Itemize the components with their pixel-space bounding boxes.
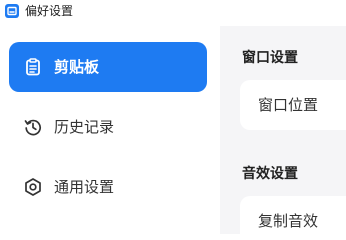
sidebar-item-clipboard[interactable]: 剪贴板 bbox=[9, 42, 207, 92]
setting-row-window-position[interactable]: 窗口位置 bbox=[240, 80, 346, 130]
history-icon bbox=[23, 117, 43, 137]
sidebar-item-history[interactable]: 历史记录 bbox=[9, 102, 207, 152]
setting-row-label: 窗口位置 bbox=[258, 96, 319, 114]
settings-content: 窗口设置 窗口位置 音效设置 复制音效 bbox=[220, 26, 346, 234]
setting-row-copy-sound[interactable]: 复制音效 bbox=[240, 196, 346, 234]
window-title: 偏好设置 bbox=[25, 4, 74, 18]
sidebar-item-general-settings[interactable]: 通用设置 bbox=[9, 162, 207, 212]
settings-hexagon-icon bbox=[23, 177, 43, 197]
sidebar-item-label: 历史记录 bbox=[54, 118, 115, 136]
section-title-window: 窗口设置 bbox=[242, 50, 298, 66]
section-title-sound: 音效设置 bbox=[242, 166, 298, 182]
sidebar-item-label: 通用设置 bbox=[54, 178, 115, 196]
clipboard-icon bbox=[23, 57, 43, 77]
sidebar: 剪贴板 历史记录 通用设置 bbox=[0, 26, 220, 234]
setting-row-label: 复制音效 bbox=[258, 212, 319, 230]
preferences-window: 偏好设置 剪贴板 历史记录 通用设置 窗口设置 窗口位置 音效设置 复制音效 bbox=[0, 0, 346, 234]
title-bar: 偏好设置 bbox=[0, 0, 346, 26]
sidebar-item-label: 剪贴板 bbox=[54, 58, 100, 76]
clipboard-app-icon bbox=[5, 4, 19, 18]
